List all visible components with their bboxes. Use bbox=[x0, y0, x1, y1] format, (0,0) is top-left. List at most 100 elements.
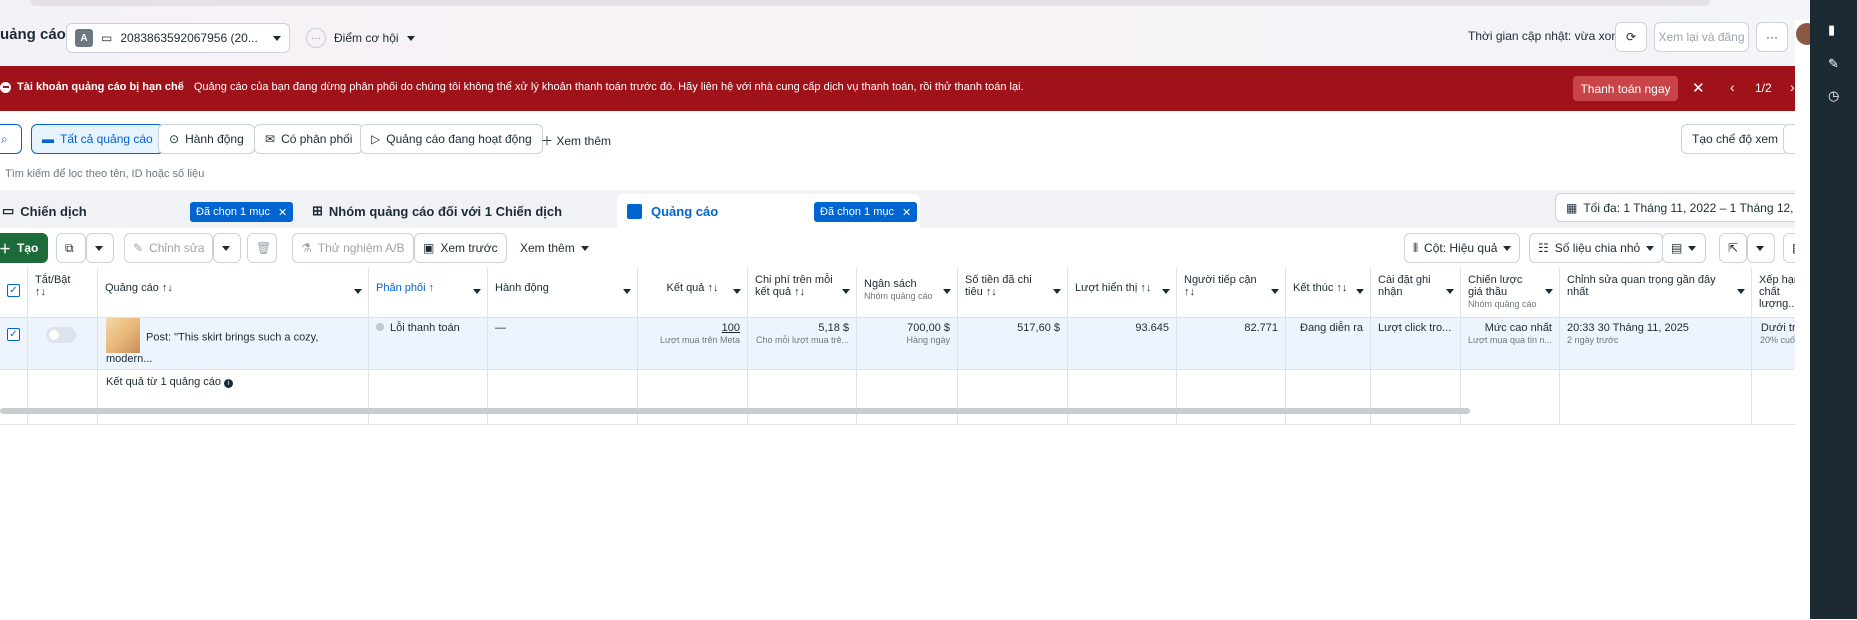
bar-chart-icon[interactable]: ▮ bbox=[1828, 22, 1835, 38]
date-range-label: Tối đa: 1 Tháng 11, 2022 – 1 Tháng 12, 2… bbox=[1583, 200, 1824, 215]
header-budget[interactable]: Ngân sách Nhóm quảng cáo bbox=[856, 268, 958, 318]
tab-adset[interactable]: ⊞ Nhóm quảng cáo đối với 1 Chiến dịch bbox=[305, 194, 610, 228]
chevron-down-icon bbox=[842, 289, 850, 294]
table-header-row: ✓ Tắt/Bật ↑↓ Quảng cáo ↑↓ Phân phối ↑ Hàn… bbox=[0, 268, 1822, 318]
chevron-down-icon bbox=[273, 35, 281, 41]
filter-active-ads[interactable]: ▷ Quảng cáo đang hoạt động bbox=[360, 124, 543, 154]
breakdown-button[interactable]: ☷ Số liệu chia nhỏ bbox=[1529, 233, 1664, 263]
footer-results-label: Kết quả từ 1 quảng cáo i bbox=[97, 369, 369, 425]
search-field[interactable]: Tìm kiếm để lọc theo tên, ID hoặc số liệ… bbox=[0, 163, 1810, 187]
more-button[interactable]: ··· bbox=[1756, 22, 1788, 52]
chevron-right-icon[interactable]: › bbox=[1790, 79, 1795, 95]
opportunity-score-button[interactable]: ··· Điểm cơ hội bbox=[306, 28, 415, 48]
chevron-down-icon[interactable] bbox=[1747, 233, 1775, 263]
ads-selected-chip[interactable]: Đã chọn 1 mục ✕ bbox=[814, 202, 918, 222]
create-button[interactable]: ＋ Tạo bbox=[0, 233, 48, 263]
budget-sub: Hàng ngày bbox=[906, 334, 950, 345]
chevron-down-icon bbox=[1646, 245, 1655, 251]
ab-test-label: Thử nghiệm A/B bbox=[317, 241, 405, 255]
preview-button[interactable]: ▣ Xem trước bbox=[414, 233, 507, 263]
row-select-cell: ✓ bbox=[0, 317, 28, 370]
results-value[interactable]: 100 bbox=[722, 322, 740, 334]
header-label: Người tiếp cận ↑↓ bbox=[1184, 274, 1257, 298]
row-ad-name[interactable]: Post: "This skirt brings such a cozy, mo… bbox=[97, 317, 369, 370]
chevron-down-icon bbox=[1503, 245, 1512, 251]
filter-see-more[interactable]: ＋ Xem thêm bbox=[541, 132, 611, 149]
edit-button[interactable]: ✎ Chỉnh sửa bbox=[124, 233, 214, 263]
ab-test-button[interactable]: ⚗ Thử nghiệm A/B bbox=[292, 233, 414, 263]
horizontal-scrollbar[interactable] bbox=[0, 408, 1470, 414]
close-icon[interactable]: ✕ bbox=[1692, 79, 1705, 97]
header-results[interactable]: Kết quả ↑↓ bbox=[637, 268, 748, 318]
header-label: Ngân sách bbox=[864, 278, 917, 290]
row-ends: Đang diễn ra bbox=[1285, 317, 1371, 370]
header-label: Chỉnh sửa quan trọng gần đây nhất bbox=[1567, 274, 1716, 298]
header-label: Số tiền đã chi tiêu ↑↓ bbox=[965, 274, 1032, 298]
header-cost-per-result[interactable]: Chi phí trên mỗi kết quả ↑↓ bbox=[747, 268, 857, 318]
chevron-down-icon bbox=[1545, 289, 1553, 294]
header-amount-spent[interactable]: Số tiền đã chi tiêu ↑↓ bbox=[957, 268, 1068, 318]
header-actions[interactable]: Hành động bbox=[487, 268, 638, 318]
header-impressions[interactable]: Lượt hiển thị ↑↓ bbox=[1067, 268, 1177, 318]
select-all-checkbox[interactable]: ✓ bbox=[7, 284, 20, 297]
close-icon[interactable]: ✕ bbox=[902, 206, 911, 219]
chevron-down-icon[interactable] bbox=[86, 233, 114, 263]
header-toggle[interactable]: Tắt/Bật ↑↓ bbox=[27, 268, 98, 318]
filter-delivery[interactable]: ✉ Có phân phối bbox=[254, 124, 364, 154]
header-label: Quảng cáo ↑↓ bbox=[105, 282, 173, 294]
header-ad-name[interactable]: Quảng cáo ↑↓ bbox=[97, 268, 369, 318]
header-label: Tắt/Bật bbox=[35, 274, 71, 286]
chip-label: Đã chọn 1 mục bbox=[820, 206, 894, 218]
filter-actions[interactable]: ⊙ Hành động bbox=[158, 124, 255, 154]
columns-button[interactable]: ⫴ Cột: Hiệu quả bbox=[1404, 233, 1521, 263]
chevron-down-icon[interactable] bbox=[213, 233, 241, 263]
filter-all-ads[interactable]: ▬ Tất cả quảng cáo bbox=[31, 124, 164, 154]
search-button[interactable]: ⌕ bbox=[0, 124, 22, 154]
header-attribution[interactable]: Cài đặt ghi nhận bbox=[1370, 268, 1461, 318]
header-bid-strategy[interactable]: Chiến lược giá thầu Nhóm quảng cáo bbox=[1460, 268, 1560, 318]
clock-icon[interactable]: ◷ bbox=[1828, 88, 1839, 104]
chip-label: Đã chọn 1 mục bbox=[196, 206, 270, 218]
table-row[interactable]: ✓ Post: "This skirt brings such a cozy, … bbox=[0, 317, 1822, 370]
review-publish-button[interactable]: Xem lại và đăng bbox=[1654, 22, 1749, 52]
see-more-label: Xem thêm bbox=[520, 241, 575, 255]
page-title: uảng cáo bbox=[0, 26, 66, 43]
trash-icon[interactable]: 🗑 bbox=[247, 233, 277, 263]
header-reach[interactable]: Người tiếp cận ↑↓ bbox=[1176, 268, 1286, 318]
info-icon[interactable]: i bbox=[224, 378, 234, 388]
header-delivery[interactable]: Phân phối ↑ bbox=[368, 268, 488, 318]
campaign-selected-chip[interactable]: Đã chọn 1 mục ✕ bbox=[190, 202, 294, 222]
pay-now-button[interactable]: Thanh toán ngay bbox=[1573, 76, 1678, 101]
create-view-button[interactable]: Tạo chế độ xem bbox=[1681, 124, 1790, 154]
search-placeholder: Tìm kiếm để lọc theo tên, ID hoặc số liệ… bbox=[5, 168, 205, 180]
chevron-left-icon[interactable]: ‹ bbox=[1730, 79, 1735, 95]
footer-text: Kết quả từ 1 quảng cáo bbox=[106, 375, 222, 388]
account-selector[interactable]: A ▭ 2083863592067956 (20... bbox=[66, 23, 290, 53]
header-label: Phân phối ↑ bbox=[376, 282, 435, 294]
pencil-icon[interactable]: ✎ bbox=[1828, 56, 1839, 72]
header-label: Chiến lược giá thầu bbox=[1468, 274, 1523, 298]
chevron-down-icon bbox=[406, 35, 415, 41]
export-icon[interactable]: ⇱ bbox=[1719, 233, 1747, 263]
reports-button[interactable]: ▤ bbox=[1662, 233, 1706, 263]
chevron-down-icon bbox=[733, 289, 741, 294]
header-last-edit[interactable]: Chỉnh sửa quan trọng gần đây nhất bbox=[1559, 268, 1752, 318]
refresh-button[interactable]: ⟳ bbox=[1615, 22, 1647, 52]
flask-icon: ⚗ bbox=[301, 241, 312, 255]
calendar-icon: ▦ bbox=[1566, 200, 1578, 215]
row-checkbox[interactable]: ✓ bbox=[7, 327, 20, 341]
grid-icon: ⊞ bbox=[312, 203, 323, 218]
chevron-down-icon bbox=[1737, 289, 1745, 294]
search-icon: ⌕ bbox=[1, 131, 8, 146]
bid-value: Mức cao nhất bbox=[1484, 321, 1552, 334]
close-icon[interactable]: ✕ bbox=[278, 206, 287, 219]
header-ends[interactable]: Kết thúc ↑↓ bbox=[1285, 268, 1371, 318]
tab-label: Nhóm quảng cáo đối với 1 Chiến dịch bbox=[328, 203, 563, 219]
toolbar-see-more[interactable]: Xem thêm bbox=[512, 233, 597, 263]
chevron-down-icon bbox=[943, 289, 951, 294]
update-time: Thời gian cập nhật: vừa xong bbox=[1468, 29, 1625, 43]
preview-label: Xem trước bbox=[440, 241, 498, 255]
duplicate-icon[interactable]: ⧉ bbox=[56, 233, 86, 263]
ad-toggle[interactable] bbox=[46, 326, 76, 343]
last-edit-value: 20:33 30 Tháng 11, 2025 bbox=[1567, 321, 1689, 334]
